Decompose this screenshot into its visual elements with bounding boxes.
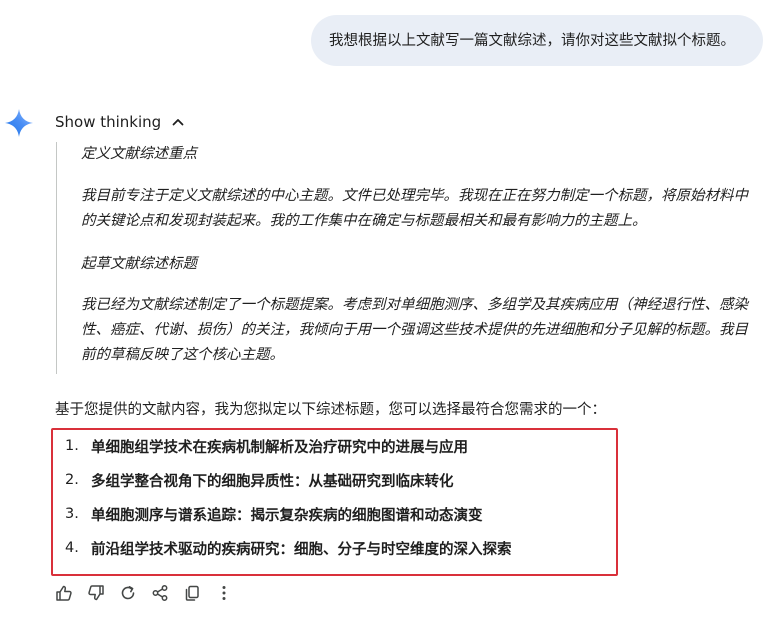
thumbs-down-button[interactable] (87, 584, 105, 602)
regenerate-icon (121, 586, 135, 600)
chevron-up-icon (172, 119, 184, 126)
list-item-title: 单细胞组学技术在疾病机制解析及治疗研究中的进展与应用 (91, 439, 468, 456)
thinking-paragraph: 我目前专注于定义文献综述的中心主题。文件已处理完毕。我现在正在努力制定一个标题，… (81, 188, 748, 229)
thinking-paragraph: 我已经为文献综述制定了一个标题提案。考虑到对单细胞测序、多组学及其疾病应用（神经… (81, 297, 748, 363)
list-item-number: 2. (65, 472, 79, 488)
thumbs-up-icon (56, 585, 72, 601)
list-item-number: 1. (65, 438, 79, 454)
list-item-number: 4. (65, 540, 79, 556)
share-button[interactable] (151, 584, 169, 602)
thumbs-up-button[interactable] (55, 584, 73, 602)
thinking-heading: 起草文献综述标题 (81, 256, 197, 272)
list-item-title: 前沿组学技术驱动的疾病研究：细胞、分子与时空维度的深入探索 (91, 541, 512, 558)
thumbs-down-icon (88, 585, 104, 601)
user-message-text: 我想根据以上文献写一篇文献综述，请你对这些文献拟个标题。 (329, 32, 735, 49)
more-options-icon (222, 586, 226, 600)
list-item: 2. 多组学整合视角下的细胞异质性：从基础研究到临床转化 (65, 468, 454, 492)
thinking-heading: 定义文献综述重点 (81, 146, 197, 162)
list-item: 3. 单细胞测序与谱系追踪：揭示复杂疾病的细胞图谱和动态演变 (65, 502, 483, 526)
user-message-bubble: 我想根据以上文献写一篇文献综述，请你对这些文献拟个标题。 (311, 15, 763, 66)
gemini-sparkle-icon (5, 109, 33, 137)
title-suggestions-list: 1. 单细胞组学技术在疾病机制解析及治疗研究中的进展与应用 2. 多组学整合视角… (51, 428, 618, 576)
list-item-title: 单细胞测序与谱系追踪：揭示复杂疾病的细胞图谱和动态演变 (91, 507, 483, 524)
copy-button[interactable] (183, 584, 201, 602)
more-options-button[interactable] (215, 584, 233, 602)
list-item-title: 多组学整合视角下的细胞异质性：从基础研究到临床转化 (91, 473, 454, 490)
copy-icon (185, 585, 199, 601)
thinking-panel: 定义文献综述重点 我目前专注于定义文献综述的中心主题。文件已处理完毕。我现在正在… (56, 142, 756, 374)
list-item: 4. 前沿组学技术驱动的疾病研究：细胞、分子与时空维度的深入探索 (65, 536, 512, 560)
list-item: 1. 单细胞组学技术在疾病机制解析及治疗研究中的进展与应用 (65, 434, 468, 458)
regenerate-button[interactable] (119, 584, 137, 602)
show-thinking-label: Show thinking (55, 113, 162, 131)
show-thinking-toggle[interactable]: Show thinking (55, 111, 185, 133)
list-item-number: 3. (65, 506, 79, 522)
response-action-bar (55, 583, 247, 603)
share-icon (152, 585, 168, 601)
response-intro: 基于您提供的文献内容，我为您拟定以下综述标题，您可以选择最符合您需求的一个： (55, 402, 606, 418)
